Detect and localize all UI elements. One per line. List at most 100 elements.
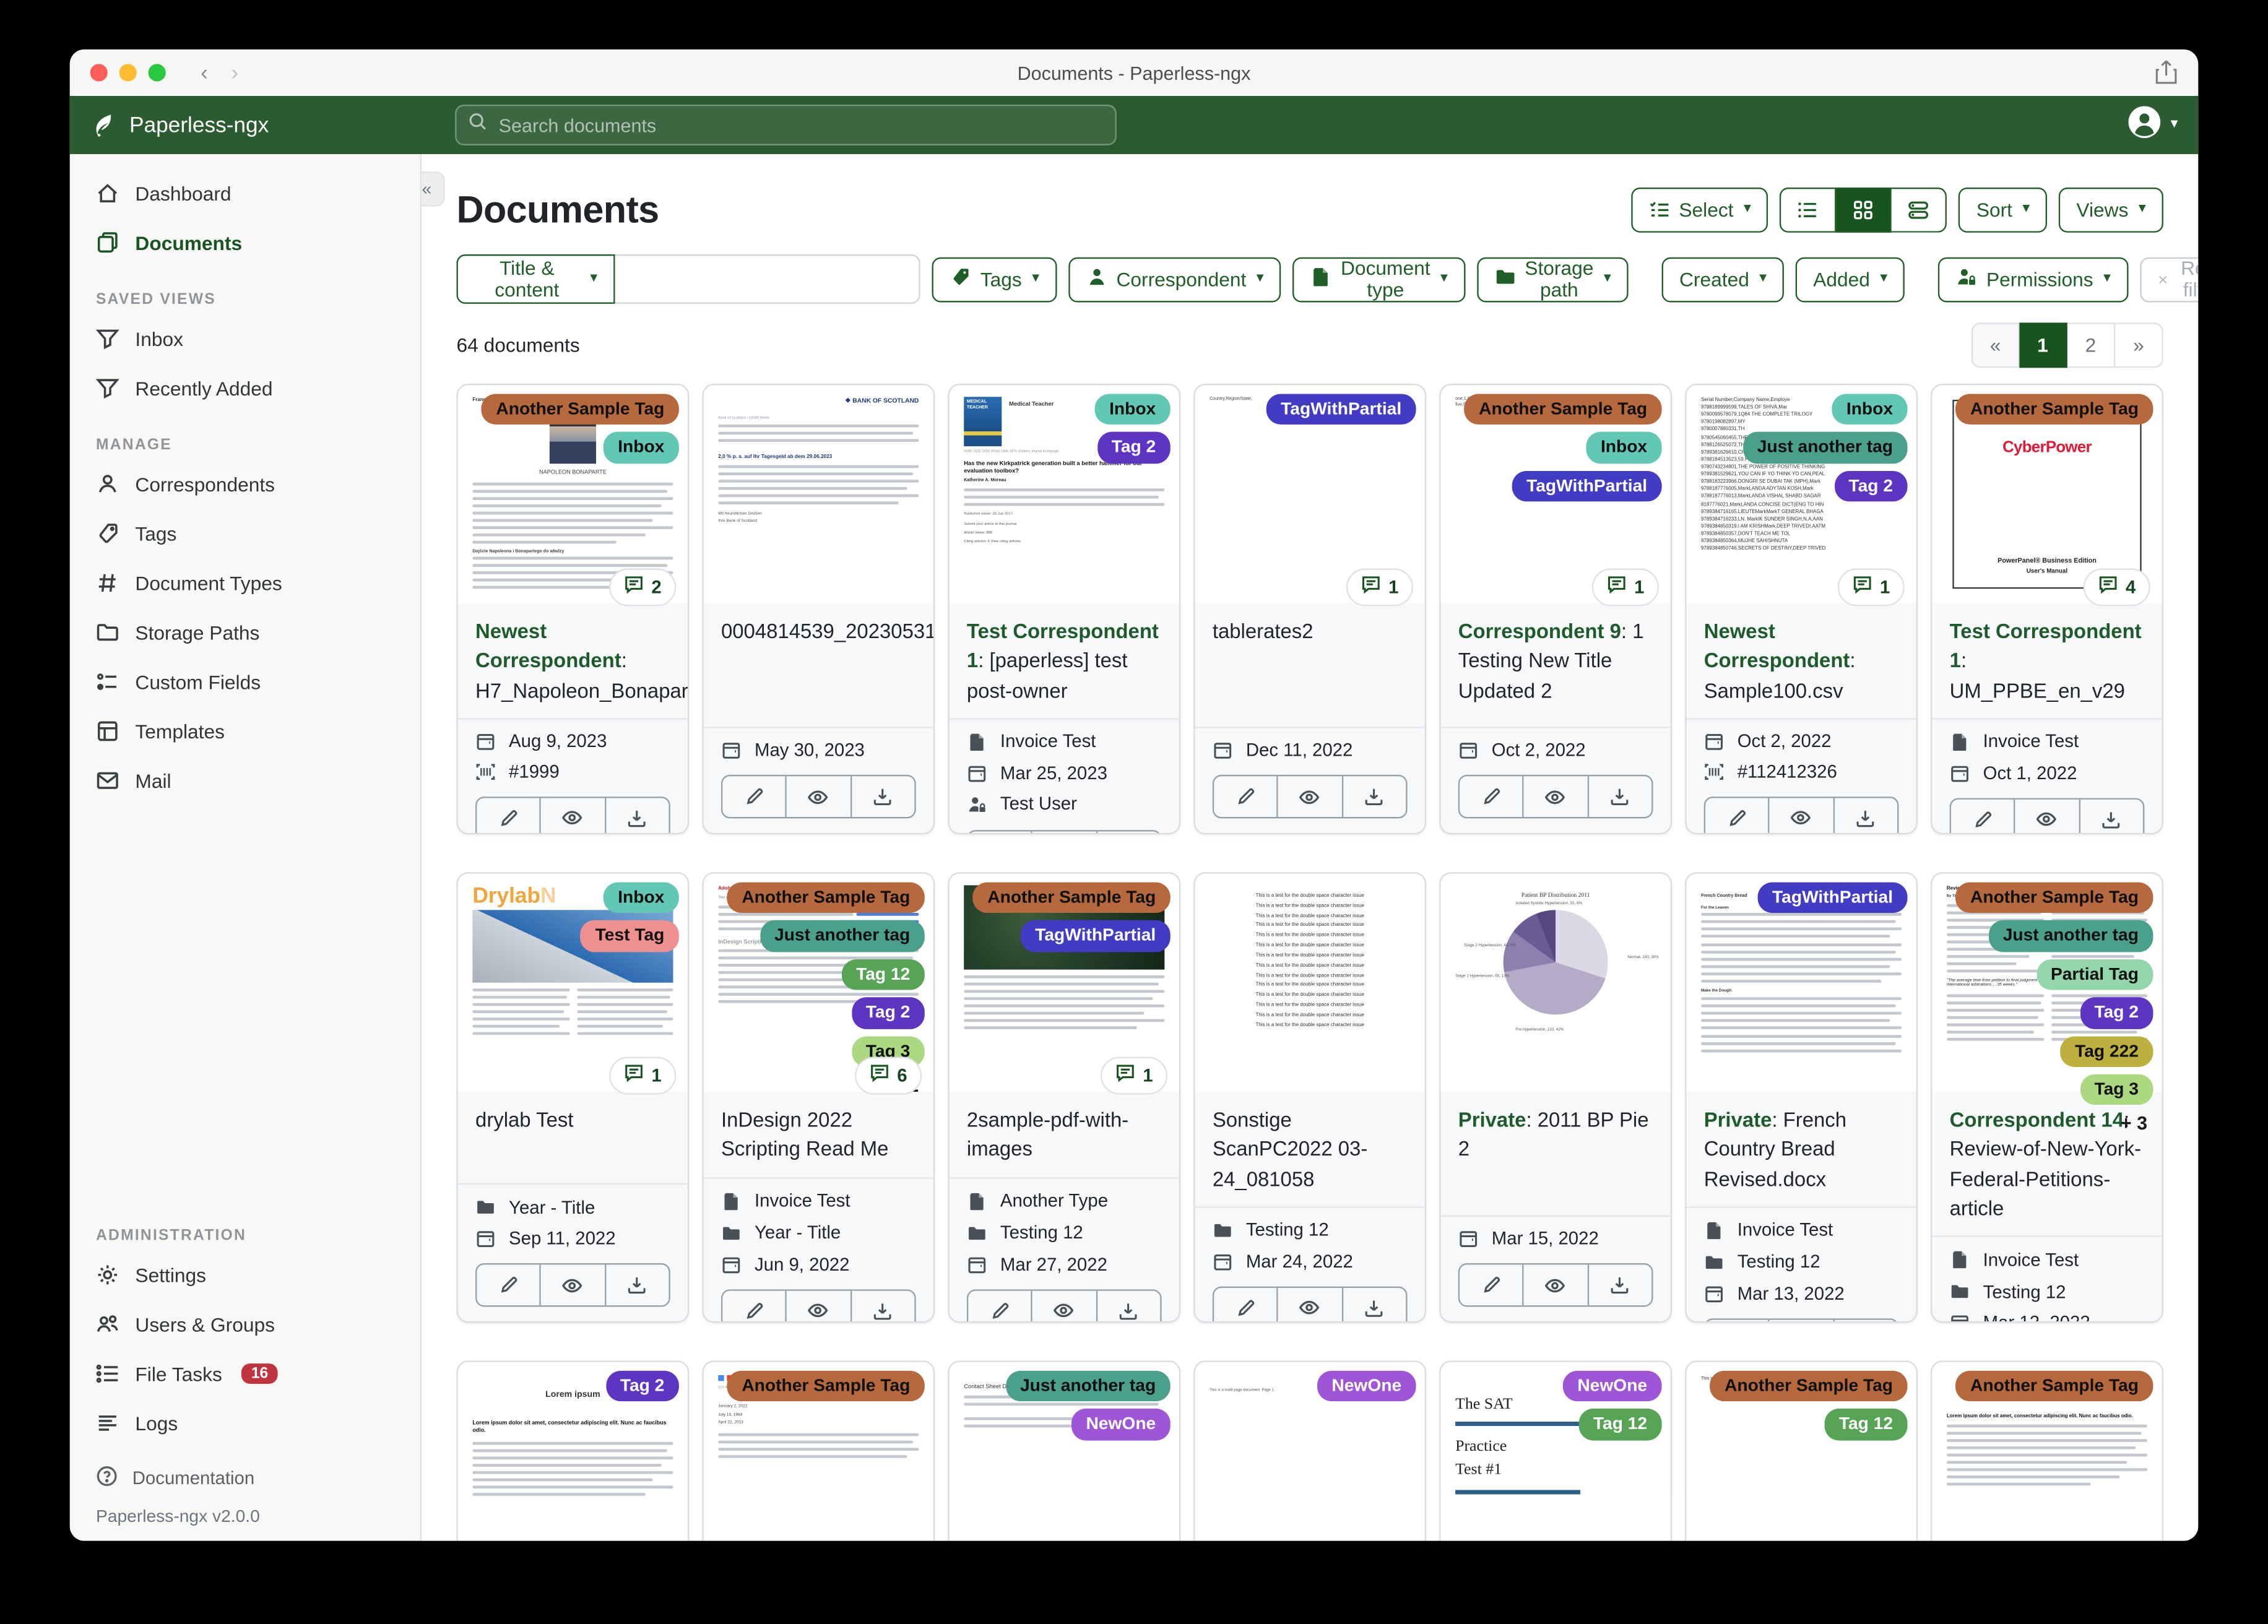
preview-button[interactable] (540, 1264, 604, 1306)
edit-button[interactable] (477, 1264, 540, 1305)
preview-button[interactable] (1768, 798, 1833, 833)
comments-badge[interactable]: 4 (2083, 568, 2150, 607)
document-card[interactable]: AdobeThis document contains…InDesign Scr… (702, 872, 935, 1323)
tag-badge-another-sample-tag[interactable]: Another Sample Tag (1955, 882, 2153, 914)
views-button[interactable]: Views ▾ (2059, 186, 2163, 232)
sidebar-item-storage-paths[interactable]: Storage Paths (70, 608, 420, 657)
tag-badge-inbox[interactable]: Inbox (1832, 394, 1908, 425)
download-button[interactable] (850, 1290, 914, 1321)
preview-button[interactable] (540, 798, 604, 833)
sidebar-item-document-types[interactable]: Document Types (70, 558, 420, 608)
edit-button[interactable] (722, 776, 786, 817)
tag-badge-inbox[interactable]: Inbox (1586, 432, 1662, 464)
download-button[interactable] (1586, 776, 1651, 817)
document-card[interactable]: CyberPower PowerPanel® Business Edition Us… (1931, 384, 2163, 835)
download-button[interactable] (604, 1264, 669, 1306)
sort-button[interactable]: Sort ▾ (1959, 186, 2048, 232)
document-card[interactable]: one,1.0 five,5.0 Another Sample Tag Inbox Ta… (1439, 384, 1673, 835)
document-card[interactable]: Country,Region/State, TagWithPartial 1 tabl… (1193, 384, 1427, 835)
sidebar-item-inbox[interactable]: Inbox (70, 314, 420, 363)
tag-badge-just-another-tag[interactable]: Just another tag (760, 920, 925, 952)
download-button[interactable] (1832, 798, 1897, 833)
sidebar-item-users-groups[interactable]: Users & Groups (70, 1300, 420, 1349)
document-card[interactable]: Another Sample Tag TagWithPartial 1 2sample… (948, 872, 1181, 1323)
download-button[interactable] (850, 776, 914, 817)
download-button[interactable] (1832, 1320, 1897, 1321)
preview-button[interactable] (2014, 799, 2079, 833)
page-button-2[interactable]: 2 (2067, 322, 2116, 368)
filter-created-button[interactable]: Created ▾ (1661, 256, 1785, 302)
sidebar-item-file-tasks[interactable]: File Tasks 16 (70, 1349, 420, 1399)
title-content-dropdown[interactable]: Title & content ▾ (456, 254, 615, 304)
sidebar-collapse-button[interactable]: « (422, 171, 445, 207)
edit-button[interactable] (1214, 1288, 1277, 1321)
tag-badge-tag-12[interactable]: Tag 12 (841, 959, 925, 990)
tag-badge-tag-12[interactable]: Tag 12 (1824, 1409, 1908, 1441)
document-correspondent[interactable]: Test Correspondent 1 (1950, 620, 2142, 672)
tag-badge-tag-3[interactable]: Tag 3 (2079, 1074, 2153, 1105)
minimize-window-button[interactable] (119, 64, 137, 82)
search-input[interactable] (495, 113, 1104, 137)
edit-button[interactable] (968, 1290, 1031, 1321)
sidebar-item-documentation[interactable]: Documentation (70, 1456, 420, 1500)
download-button[interactable] (604, 798, 669, 833)
document-card[interactable]: Patient BP Distribution 2011 Isolated Sys… (1439, 872, 1673, 1323)
document-card[interactable]: Lorem ipsumLorem ipsum dolor sit amet, c… (1931, 1360, 2163, 1541)
edit-button[interactable] (1705, 798, 1768, 833)
zoom-window-button[interactable] (148, 64, 166, 82)
comments-badge[interactable]: 1 (609, 1056, 677, 1095)
sidebar-item-mail[interactable]: Mail (70, 756, 420, 805)
tag-badge-just-another-tag[interactable]: Just another tag (1742, 432, 1908, 464)
edit-button[interactable] (1460, 776, 1523, 817)
document-correspondent[interactable]: Private (1704, 1108, 1772, 1131)
document-card[interactable]: ❖ BANK OF SCOTLAND Bank of Scotland • 100… (702, 384, 935, 835)
document-card[interactable]: Contact Sheet Demo Just another tag NewOne (948, 1360, 1181, 1541)
edit-button[interactable] (1705, 1320, 1768, 1321)
download-button[interactable] (1096, 831, 1160, 833)
view-detail-button[interactable] (1892, 186, 1947, 232)
preview-button[interactable] (1522, 776, 1587, 817)
edit-button[interactable] (477, 798, 540, 833)
comments-badge[interactable]: 2 (609, 568, 677, 607)
document-card[interactable]: MEDICAL TEACHER Medical Teacher ISSN: 0142… (948, 384, 1181, 835)
tag-badge-newone[interactable]: NewOne (1317, 1370, 1416, 1402)
browser-forward-icon[interactable]: › (231, 60, 238, 85)
tag-badge-tag-2[interactable]: Tag 2 (2079, 997, 2153, 1029)
share-icon[interactable] (2155, 59, 2178, 93)
tag-badge-tag-222[interactable]: Tag 222 (2060, 1035, 2153, 1067)
preview-button[interactable] (1031, 1290, 1096, 1321)
tag-badge-another-sample-tag[interactable]: Another Sample Tag (1464, 394, 1662, 425)
edit-button[interactable] (968, 831, 1031, 833)
document-card[interactable]: Francja pod rzNAPOLEON BONAPARTEDojście … (456, 384, 690, 835)
tag-badge-another-sample-tag[interactable]: Another Sample Tag (972, 882, 1171, 914)
tag-badge-tagwithpartial[interactable]: TagWithPartial (1020, 920, 1171, 952)
document-correspondent[interactable]: Newest Correspondent (475, 620, 621, 672)
document-correspondent[interactable]: Private (1458, 1108, 1526, 1131)
document-card[interactable]: Review of Arbitral Awards Shows Swift Re… (1931, 872, 2163, 1323)
document-correspondent[interactable]: Newest Correspondent (1704, 620, 1850, 672)
tag-badge-tagwithpartial[interactable]: TagWithPartial (1512, 470, 1662, 502)
filter-document-type-button[interactable]: Document type ▾ (1292, 256, 1465, 302)
download-button[interactable] (2078, 799, 2143, 833)
tag-badge-tagwithpartial[interactable]: TagWithPartial (1266, 394, 1416, 425)
preview-button[interactable] (1276, 1287, 1341, 1321)
comments-badge[interactable]: 6 (855, 1056, 922, 1095)
app-brand[interactable]: Paperless-ngx (90, 111, 269, 139)
page-button-1[interactable]: 1 (2019, 322, 2067, 368)
tag-badge-just-another-tag[interactable]: Just another tag (1988, 920, 2153, 952)
preview-button[interactable] (1768, 1320, 1833, 1321)
tag-badge-tag-2[interactable]: Tag 2 (1097, 432, 1171, 464)
download-button[interactable] (1096, 1290, 1160, 1321)
edit-button[interactable] (1951, 800, 2014, 833)
edit-button[interactable] (1214, 776, 1277, 817)
tag-badge-another-sample-tag[interactable]: Another Sample Tag (727, 1370, 925, 1402)
tag-badge-tag-12[interactable]: Tag 12 (1578, 1409, 1662, 1441)
tag-badge-tag-2[interactable]: Tag 2 (1834, 470, 1908, 502)
tag-badge-inbox[interactable]: Inbox (1094, 394, 1171, 425)
title-content-input[interactable] (615, 254, 921, 304)
page-button-[interactable]: » (2115, 322, 2163, 368)
close-window-button[interactable] (90, 64, 108, 82)
select-button[interactable]: Select ▾ (1630, 186, 1768, 232)
download-button[interactable] (1586, 1264, 1651, 1306)
page-button-[interactable]: « (1971, 322, 2020, 368)
